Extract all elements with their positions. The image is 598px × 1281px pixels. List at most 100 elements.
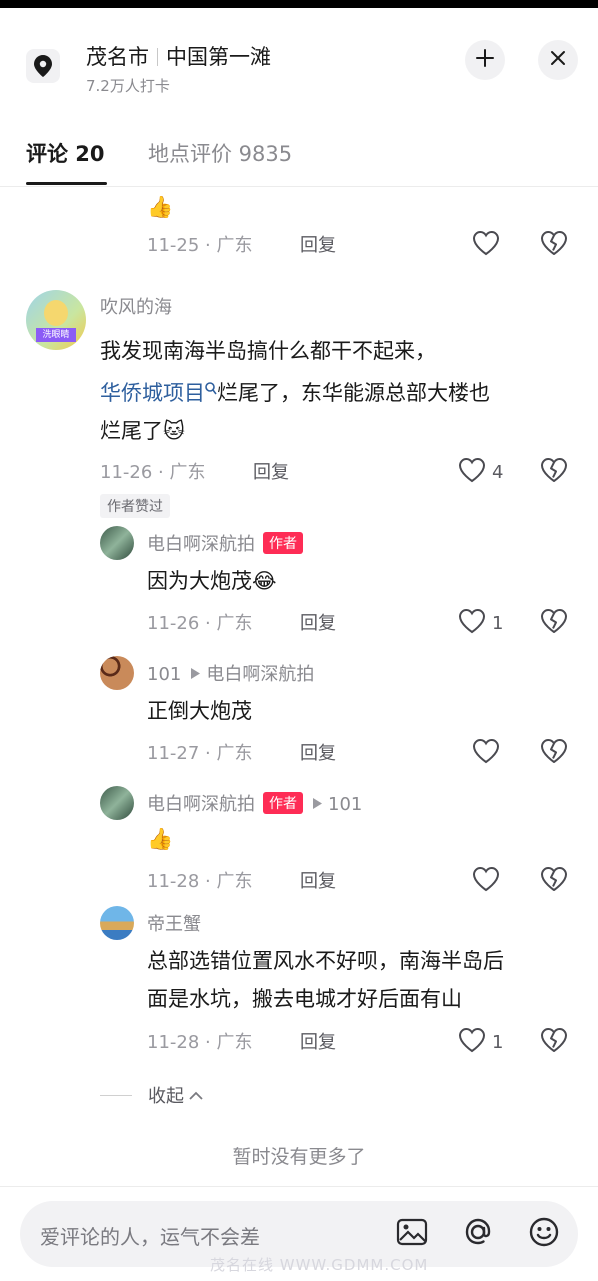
reply-button[interactable]: 回复 bbox=[300, 609, 336, 635]
end-of-list-text: 暂时没有更多了 bbox=[232, 1146, 366, 1168]
reply-button[interactable]: 回复 bbox=[300, 1028, 336, 1054]
page-title[interactable]: 茂名市 中国第一滩 bbox=[86, 41, 271, 71]
minimize-button[interactable] bbox=[465, 40, 505, 80]
comment-text: 我发现南海半岛搞什么都干不起来， 华侨城项目 烂尾了，东华能源总部大楼也 烂尾了🐱 bbox=[100, 332, 570, 450]
tab-bar: 评论 20 地点评价 9835 bbox=[0, 136, 598, 187]
dislike-button[interactable] bbox=[540, 1027, 568, 1057]
avatar[interactable] bbox=[100, 906, 134, 940]
comment-line: 面是水坑，搬去电城才好后面有山 bbox=[147, 987, 462, 1011]
comment-line-rest: 烂尾了，东华能源总部大楼也 bbox=[217, 381, 490, 405]
broken-heart-icon bbox=[540, 738, 568, 768]
play-arrow-icon bbox=[191, 663, 201, 684]
close-icon bbox=[550, 50, 566, 70]
avatar-face bbox=[44, 300, 68, 326]
heart-icon bbox=[472, 738, 500, 768]
watermark: 茂名在线 WWW.GDMM.COM bbox=[210, 1256, 429, 1274]
heart-icon bbox=[472, 866, 500, 896]
comment-text: 👍 bbox=[147, 827, 174, 851]
broken-heart-icon bbox=[540, 608, 568, 638]
play-arrow-icon bbox=[313, 793, 322, 814]
like-button[interactable] bbox=[472, 230, 500, 260]
author-name: 电白啊深航拍 bbox=[147, 794, 255, 815]
like-count: 1 bbox=[492, 612, 504, 634]
reply-button[interactable]: 回复 bbox=[300, 867, 336, 893]
emoji-icon bbox=[528, 1216, 560, 1252]
close-button[interactable] bbox=[538, 40, 578, 80]
author-liked-badge: 作者赞过 bbox=[100, 494, 170, 518]
image-button[interactable] bbox=[394, 1216, 430, 1252]
reply-to-name: 电白啊深航拍 bbox=[206, 664, 315, 685]
broken-heart-icon bbox=[540, 230, 568, 260]
comment-author[interactable]: 吹风的海 bbox=[100, 293, 172, 319]
like-button[interactable]: 1 bbox=[458, 1027, 503, 1057]
collapse-replies-button[interactable]: 收起 bbox=[100, 1082, 204, 1108]
comment-author[interactable]: 电白啊深航拍 作者 101 bbox=[147, 790, 362, 816]
like-button[interactable] bbox=[472, 738, 500, 768]
comment-line: 华侨城项目 烂尾了，东华能源总部大楼也 bbox=[100, 370, 570, 412]
comment-sheet: 茂名市 中国第一滩 7.2万人打卡 评论 20 地点评价 9835 👍 11-25… bbox=[0, 8, 598, 1280]
like-button[interactable]: 4 bbox=[458, 457, 503, 487]
tab-place-reviews[interactable]: 地点评价 9835 bbox=[148, 138, 292, 168]
search-icon bbox=[205, 370, 217, 408]
image-icon bbox=[396, 1218, 428, 1250]
minimize-icon bbox=[475, 48, 495, 72]
avatar-caption: 洗眼睛 bbox=[36, 328, 76, 342]
comment-text: 正倒大炮茂 bbox=[147, 699, 252, 723]
comment-meta: 11-26 · 广东 bbox=[100, 462, 206, 483]
comment-input-placeholder: 爱评论的人，运气不会差 bbox=[40, 1225, 260, 1249]
comment-meta: 11-28 · 广东 bbox=[147, 1032, 253, 1053]
avatar[interactable] bbox=[100, 786, 134, 820]
dislike-button[interactable] bbox=[540, 866, 568, 896]
city-name: 茂名市 bbox=[86, 45, 149, 69]
at-icon bbox=[462, 1216, 494, 1252]
broken-heart-icon bbox=[540, 457, 568, 487]
active-tab-indicator bbox=[26, 182, 107, 185]
emoji-button[interactable] bbox=[526, 1216, 562, 1252]
broken-heart-icon bbox=[540, 1027, 568, 1057]
comment-meta: 11-26 · 广东 bbox=[147, 613, 253, 634]
comment-author[interactable]: 101 电白啊深航拍 bbox=[147, 660, 314, 686]
comment-text: 👍 bbox=[147, 195, 174, 219]
title-divider bbox=[157, 48, 158, 66]
author-name: 101 bbox=[147, 664, 182, 685]
heart-icon bbox=[458, 457, 486, 487]
comment-line: 我发现南海半岛搞什么都干不起来， bbox=[100, 339, 436, 363]
like-button[interactable] bbox=[472, 866, 500, 896]
heart-icon bbox=[472, 230, 500, 260]
mention-button[interactable] bbox=[460, 1216, 496, 1252]
checkin-count: 7.2万人打卡 bbox=[86, 77, 170, 95]
author-badge: 作者 bbox=[263, 792, 303, 814]
reply-button[interactable]: 回复 bbox=[300, 231, 336, 257]
dislike-button[interactable] bbox=[540, 230, 568, 260]
reply-to-name: 101 bbox=[328, 794, 363, 815]
comment-meta: 11-27 · 广东 bbox=[147, 743, 253, 764]
comment-author[interactable]: 电白啊深航拍 作者 bbox=[147, 530, 303, 556]
heart-icon bbox=[458, 1027, 486, 1057]
broken-heart-icon bbox=[540, 866, 568, 896]
status-bar bbox=[0, 0, 598, 8]
place-name: 中国第一滩 bbox=[166, 45, 271, 69]
author-badge: 作者 bbox=[263, 532, 303, 554]
comment-text: 总部选错位置风水不好呗，南海半岛后 面是水坑，搬去电城才好后面有山 bbox=[147, 942, 577, 1018]
comment-line: 烂尾了🐱 bbox=[100, 419, 185, 443]
location-pin-icon bbox=[26, 49, 60, 83]
tab-comments[interactable]: 评论 20 bbox=[26, 138, 105, 168]
author-name: 电白啊深航拍 bbox=[147, 534, 255, 555]
dislike-button[interactable] bbox=[540, 608, 568, 638]
avatar[interactable] bbox=[100, 656, 134, 690]
comment-author[interactable]: 帝王蟹 bbox=[147, 910, 201, 936]
heart-icon bbox=[458, 608, 486, 638]
comment-meta: 11-28 · 广东 bbox=[147, 871, 253, 892]
project-link[interactable]: 华侨城项目 bbox=[100, 381, 205, 405]
like-button[interactable]: 1 bbox=[458, 608, 503, 638]
dislike-button[interactable] bbox=[540, 457, 568, 487]
reply-button[interactable]: 回复 bbox=[253, 458, 289, 484]
reply-button[interactable]: 回复 bbox=[300, 739, 336, 765]
dislike-button[interactable] bbox=[540, 738, 568, 768]
comment-text: 因为大炮茂😂 bbox=[147, 569, 277, 593]
collapse-label: 收起 bbox=[148, 1086, 184, 1107]
avatar[interactable] bbox=[100, 526, 134, 560]
chevron-up-icon bbox=[188, 1085, 204, 1106]
avatar[interactable]: 洗眼睛 bbox=[26, 290, 86, 350]
divider-line bbox=[100, 1094, 132, 1096]
